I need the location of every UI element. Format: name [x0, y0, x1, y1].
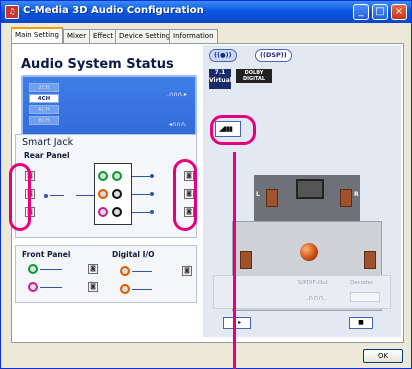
- speaker-surround-left[interactable]: [240, 251, 252, 269]
- decoder-box[interactable]: [350, 292, 380, 302]
- virtual-7-1-logo[interactable]: 7.1 Virtual: [209, 69, 232, 89]
- channel-6ch[interactable]: 6CH: [29, 105, 59, 114]
- speaker-label-r: R: [354, 191, 359, 198]
- monitor-icon: [296, 179, 324, 199]
- listener-sphere[interactable]: [300, 243, 318, 261]
- dsp-mode-button[interactable]: ((DSP)): [255, 49, 292, 62]
- decoder-label: Decoder: [350, 280, 374, 286]
- jack-black[interactable]: [112, 189, 122, 199]
- digital-io-label: Digital I/O: [112, 250, 155, 259]
- rear-panel-label: Rear Panel: [24, 151, 70, 160]
- logo-71-line: Virtual: [209, 77, 232, 84]
- highlight-left-icons: [9, 163, 31, 231]
- jack-pink[interactable]: [98, 207, 108, 217]
- logo-71-line: 7.1: [214, 69, 226, 76]
- title-bar[interactable]: ♫ C-Media 3D Audio Configuration _ □ ×: [1, 1, 411, 23]
- jack-green[interactable]: [112, 171, 122, 181]
- jack-green[interactable]: [98, 171, 108, 181]
- tab-mixer[interactable]: Mixer: [63, 29, 91, 43]
- connector-line: [132, 289, 152, 290]
- device-icon[interactable]: ◙: [182, 266, 192, 276]
- connector-line: [132, 194, 150, 195]
- highlight-right-icons: [173, 159, 197, 231]
- front-panel-box: Front Panel Digital I/O ◙ ◙ ◙: [15, 245, 197, 303]
- logo-dolby-line: DIGITAL: [242, 76, 266, 82]
- jack-orange[interactable]: [98, 189, 108, 199]
- output-wave-icon: .∩∩∩.▸: [166, 91, 187, 98]
- smart-jack-title: Smart Jack: [22, 137, 74, 148]
- front-jack-pink[interactable]: [28, 282, 38, 292]
- connector-line: [132, 271, 152, 272]
- connector-dot: [44, 194, 48, 198]
- connector-dot: [150, 192, 154, 196]
- speaker-label-l: L: [256, 191, 260, 198]
- play-button[interactable]: ▮ ▸: [223, 317, 251, 329]
- speaker-front-left[interactable]: [266, 189, 278, 207]
- connector-line: [50, 195, 64, 196]
- front-jack-green[interactable]: [28, 264, 38, 274]
- spdif-in-jack[interactable]: [120, 284, 130, 294]
- tab-device-setting[interactable]: Device Setting: [115, 29, 175, 43]
- device-icon[interactable]: ◙: [88, 264, 98, 274]
- spdif-out-label: S/PDIF-Out: [298, 280, 328, 286]
- connector-dot: [150, 174, 154, 178]
- jack-black[interactable]: [112, 207, 122, 217]
- spdif-wave-icon: .∩∩∩.: [306, 294, 326, 302]
- highlight-volume-button: [210, 115, 256, 145]
- channel-8ch[interactable]: 8CH: [29, 116, 59, 125]
- channel-list: 2CH 4CH 6CH 8CH: [29, 83, 59, 127]
- tab-effect[interactable]: Effect: [89, 29, 118, 43]
- spdif-panel: S/PDIF-Out Decoder .∩∩∩.: [213, 275, 391, 309]
- connector-line: [40, 287, 62, 288]
- connector-dot: [150, 210, 154, 214]
- front-panel-label: Front Panel: [22, 250, 71, 259]
- dolby-digital-logo[interactable]: DOLBY DIGITAL: [236, 69, 272, 83]
- audio-status-title: Audio System Status: [21, 57, 174, 72]
- close-button[interactable]: ×: [391, 4, 407, 20]
- callout-pointer-line: [233, 152, 236, 369]
- tab-information[interactable]: Information: [169, 29, 218, 43]
- smart-jack-panel: Smart Jack Rear Panel ◙ ◙ ◙ ◙ ◙ ◙: [15, 134, 197, 238]
- connector-line: [132, 176, 150, 177]
- window-title: C-Media 3D Audio Configuration: [23, 5, 204, 16]
- spdif-out-jack[interactable]: [120, 266, 130, 276]
- device-icon[interactable]: ◙: [88, 282, 98, 292]
- input-wave-icon: ◂∩∩∩.: [168, 121, 187, 128]
- minimize-button[interactable]: _: [353, 4, 369, 20]
- connector-line: [76, 195, 94, 196]
- channel-4ch[interactable]: 4CH: [29, 94, 59, 103]
- ok-button[interactable]: OK: [363, 349, 403, 363]
- main-window: ♫ C-Media 3D Audio Configuration _ □ × M…: [0, 0, 412, 369]
- speaker-mode-button[interactable]: ((●)): [209, 49, 237, 62]
- app-icon: ♫: [5, 5, 19, 19]
- channel-2ch[interactable]: 2CH: [29, 83, 59, 92]
- speaker-surround-right[interactable]: [364, 251, 376, 269]
- stop-button[interactable]: ■: [349, 317, 373, 329]
- speaker-front-right[interactable]: [340, 189, 352, 207]
- tab-main-setting[interactable]: Main Setting: [11, 27, 63, 43]
- connector-line: [40, 269, 62, 270]
- maximize-button[interactable]: □: [372, 4, 388, 20]
- connector-line: [132, 212, 150, 213]
